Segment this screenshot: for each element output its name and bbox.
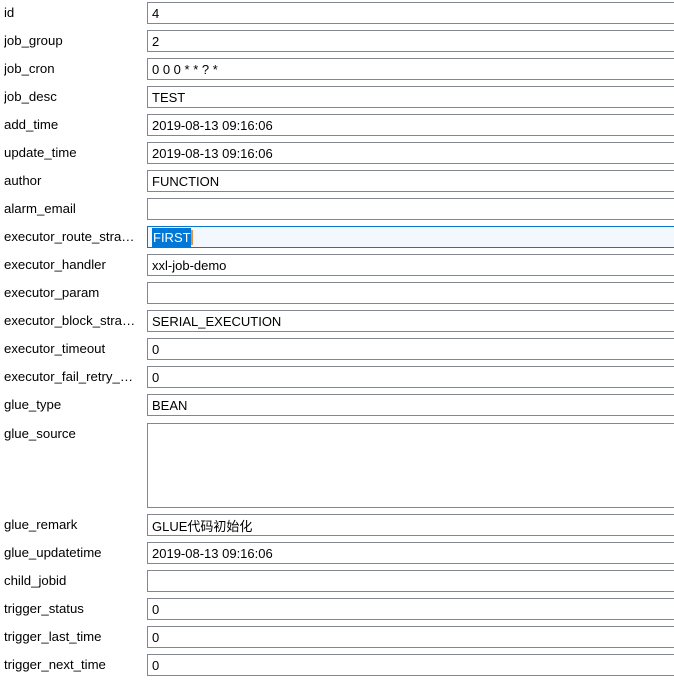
- field-input-child_jobid[interactable]: [147, 570, 674, 592]
- field-row: executor_timeout: [0, 336, 674, 364]
- field-row: alarm_email: [0, 196, 674, 224]
- field-label-job_group: job_group: [4, 33, 63, 48]
- field-label-executor_route_stra: executor_route_stra…: [4, 229, 135, 244]
- field-label-trigger_status: trigger_status: [4, 601, 84, 616]
- field-input-glue_updatetime[interactable]: [147, 542, 674, 564]
- field-row: author: [0, 168, 674, 196]
- record-field-form: id job_group job_cron job_desc add_timeupdat…: [0, 0, 674, 680]
- field-label-executor_timeout: executor_timeout: [4, 341, 106, 356]
- field-input-executor_route_stra[interactable]: FIRST: [147, 226, 674, 248]
- field-input-alarm_email[interactable]: [147, 198, 674, 220]
- selected-text: FIRST: [152, 227, 191, 247]
- field-row: trigger_next_time: [0, 652, 674, 680]
- field-input-trigger_last_time[interactable]: [147, 626, 674, 648]
- field-row: glue_updatetime: [0, 540, 674, 568]
- field-label-id: id: [4, 5, 15, 20]
- text-caret: [190, 229, 193, 245]
- field-input-glue_remark[interactable]: [147, 514, 674, 536]
- field-label-executor_block_stra: executor_block_stra…: [4, 313, 136, 328]
- field-row: glue_type: [0, 392, 674, 420]
- field-input-executor_param[interactable]: [147, 282, 674, 304]
- field-label-alarm_email: alarm_email: [4, 201, 76, 216]
- field-input-executor_block_stra[interactable]: [147, 310, 674, 332]
- field-label-trigger_next_time: trigger_next_time: [4, 657, 106, 672]
- field-input-update_time[interactable]: [147, 142, 674, 164]
- field-row: job_cron: [0, 56, 674, 84]
- field-input-executor_timeout[interactable]: [147, 338, 674, 360]
- field-input-executor_fail_retry_[interactable]: [147, 366, 674, 388]
- field-label-glue_updatetime: glue_updatetime: [4, 545, 102, 560]
- field-input-glue_source[interactable]: [147, 423, 674, 508]
- field-row: executor_fail_retry_…: [0, 364, 674, 392]
- field-label-glue_source: glue_source: [4, 426, 76, 441]
- field-label-author: author: [4, 173, 42, 188]
- field-row: job_group: [0, 28, 674, 56]
- field-input-job_desc[interactable]: [147, 86, 674, 108]
- field-label-glue_type: glue_type: [4, 397, 62, 412]
- field-row: trigger_last_time: [0, 624, 674, 652]
- field-row: add_time: [0, 112, 674, 140]
- field-row: executor_route_stra… FIRST: [0, 224, 674, 252]
- field-row: id: [0, 0, 674, 28]
- field-row: executor_block_stra…: [0, 308, 674, 336]
- field-row: glue_remark: [0, 512, 674, 540]
- field-input-glue_type[interactable]: [147, 394, 674, 416]
- field-label-child_jobid: child_jobid: [4, 573, 67, 588]
- field-label-update_time: update_time: [4, 145, 77, 160]
- field-input-executor_handler[interactable]: [147, 254, 674, 276]
- field-input-add_time[interactable]: [147, 114, 674, 136]
- field-label-executor_param: executor_param: [4, 285, 100, 300]
- field-label-executor_handler: executor_handler: [4, 257, 106, 272]
- field-row: executor_handler: [0, 252, 674, 280]
- field-label-add_time: add_time: [4, 117, 59, 132]
- field-row: glue_source: [0, 420, 674, 512]
- field-row: trigger_status: [0, 596, 674, 624]
- field-input-job_cron[interactable]: [147, 58, 674, 80]
- field-label-job_desc: job_desc: [4, 89, 57, 104]
- field-row: executor_param: [0, 280, 674, 308]
- field-input-trigger_status[interactable]: [147, 598, 674, 620]
- field-input-author[interactable]: [147, 170, 674, 192]
- field-row: update_time: [0, 140, 674, 168]
- field-row: child_jobid: [0, 568, 674, 596]
- field-label-executor_fail_retry_: executor_fail_retry_…: [4, 369, 134, 384]
- field-input-id[interactable]: [147, 2, 674, 24]
- field-label-glue_remark: glue_remark: [4, 517, 78, 532]
- field-label-job_cron: job_cron: [4, 61, 55, 76]
- field-input-job_group[interactable]: [147, 30, 674, 52]
- field-row: job_desc: [0, 84, 674, 112]
- field-input-trigger_next_time[interactable]: [147, 654, 674, 676]
- field-label-trigger_last_time: trigger_last_time: [4, 629, 102, 644]
